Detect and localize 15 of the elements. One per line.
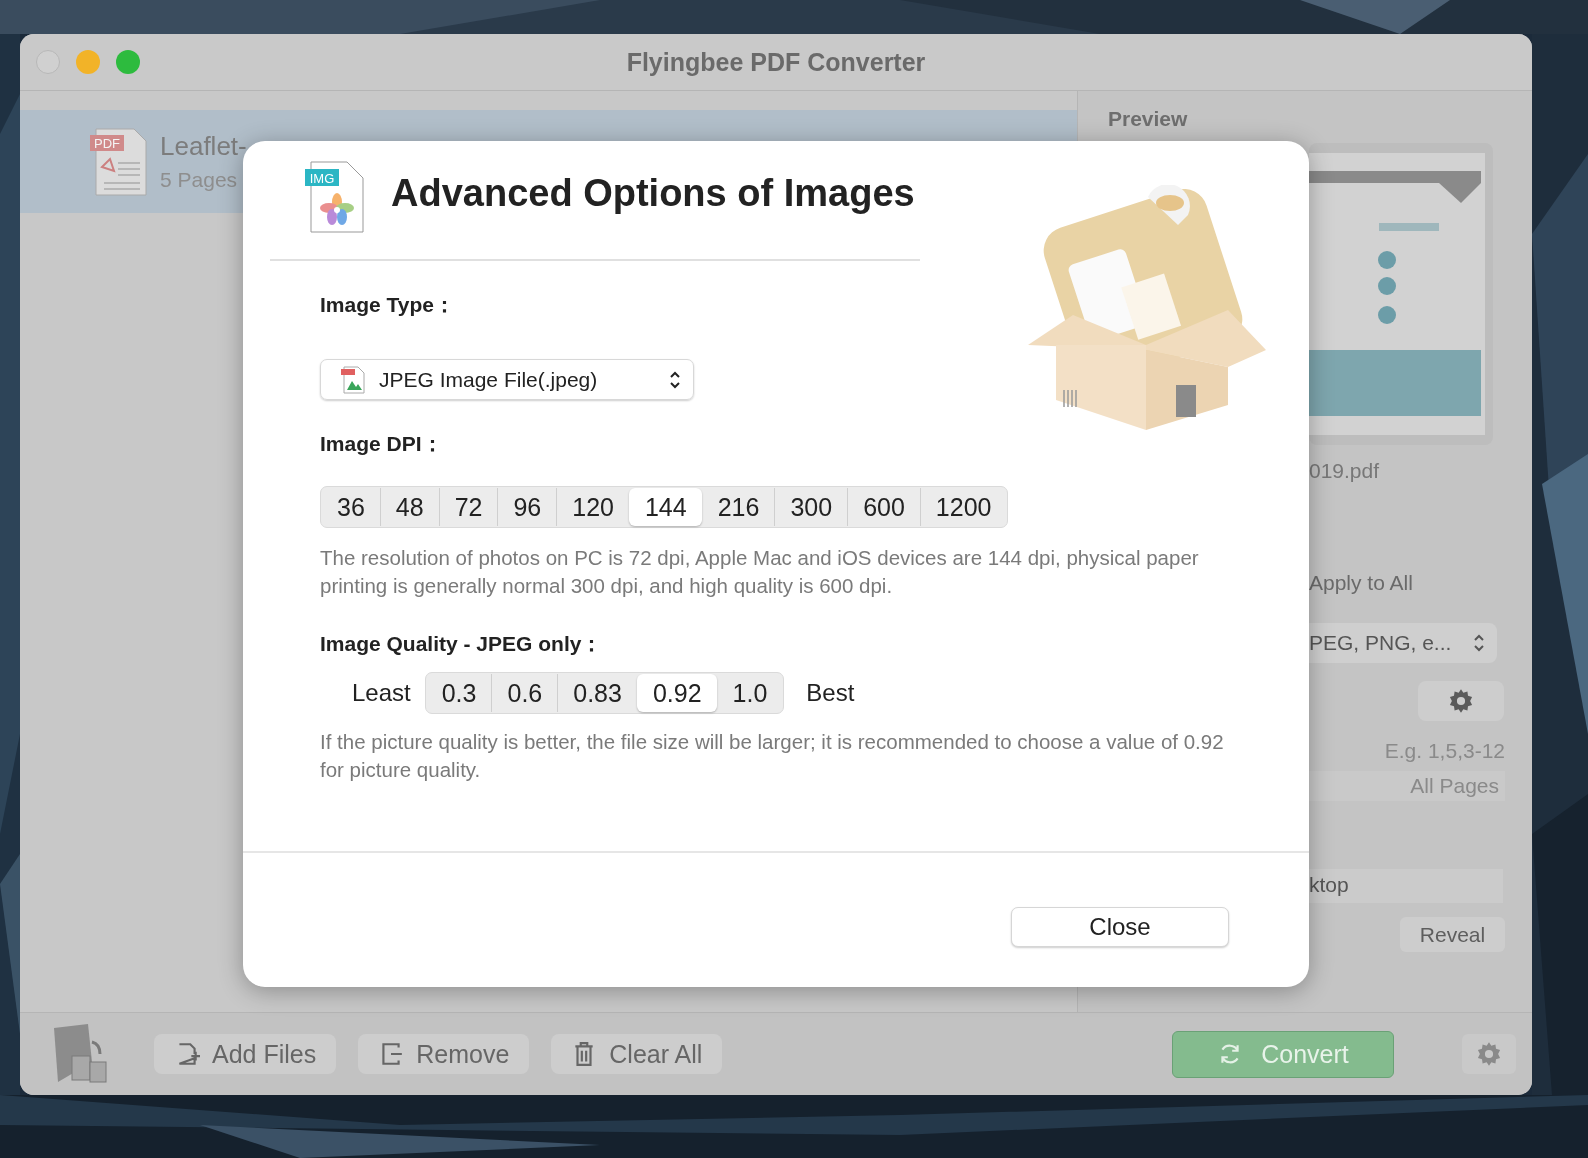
window-title: Flyingbee PDF Converter: [626, 47, 926, 77]
apply-to-all-label: Apply to All: [1309, 571, 1413, 595]
page-count: 5 Pages: [160, 168, 239, 192]
image-quality-label: Image Quality - JPEG only：: [320, 631, 603, 657]
image-dpi-label: Image DPI：: [320, 431, 443, 457]
dpi-description: The resolution of photos on PC is 72 dpi, Apple Mac and iOS devices are 144 dpi, physical paper printing is generally normal 300 dpi, and high quality is 600 dpi.: [320, 545, 1200, 599]
dialog-title: Advanced Options of Images: [391, 172, 915, 215]
preview-heading: Preview: [1108, 107, 1189, 131]
file-name: Leaflet-: [160, 131, 247, 162]
best-label: Best: [806, 679, 855, 707]
preview-file-name: 019.pdf: [1309, 459, 1380, 483]
quality-description: If the picture quality is better, the file size will be larger; it is recommended to choose a value of 0.92 for picture quality.: [320, 729, 1225, 783]
image-type-label: Image Type：: [320, 292, 455, 318]
least-label: Least: [352, 679, 411, 707]
page-range-hint: E.g. 1,5,3-12: [1384, 739, 1505, 763]
